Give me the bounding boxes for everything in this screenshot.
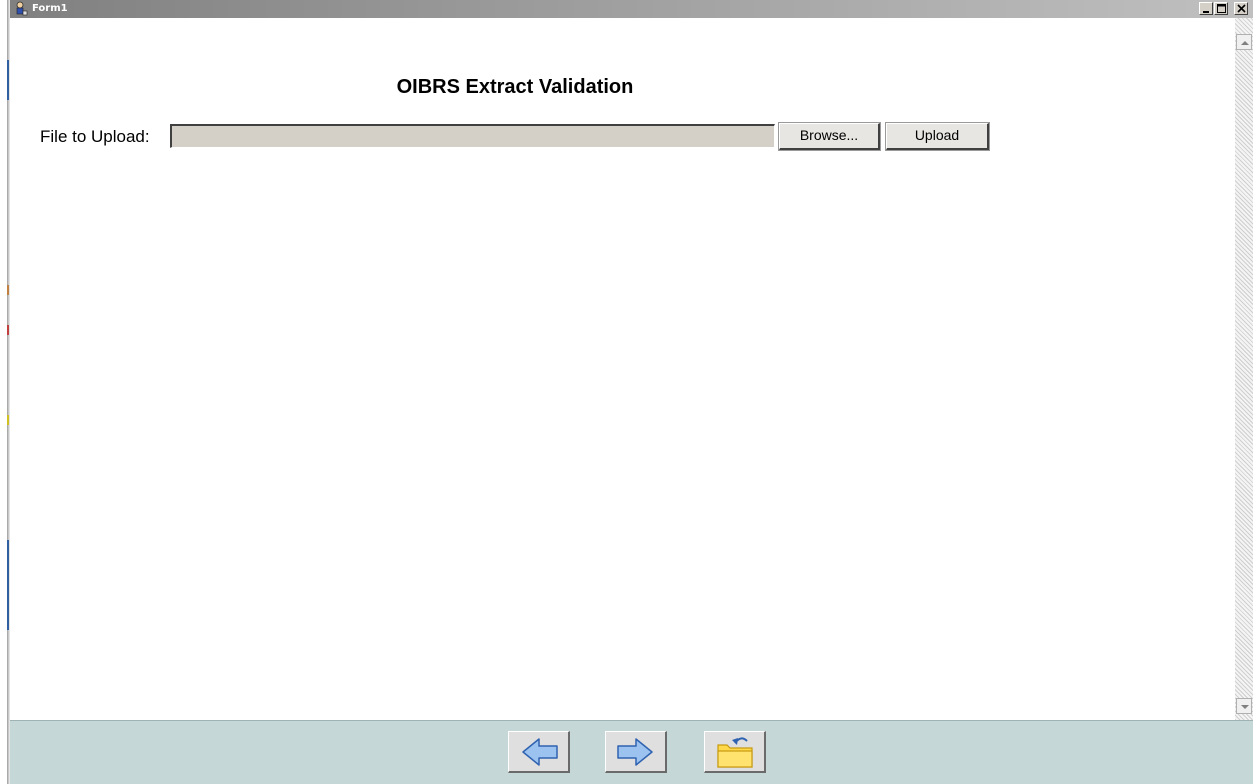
desktop-edge-mark xyxy=(7,325,9,335)
desktop-edge-mark xyxy=(7,60,9,100)
maximize-icon xyxy=(1217,4,1226,13)
vertical-scrollbar[interactable] xyxy=(1235,18,1253,720)
arrow-left-icon xyxy=(522,738,558,766)
desktop-edge-mark xyxy=(7,540,9,630)
scroll-down-button[interactable] xyxy=(1236,698,1252,714)
browse-button[interactable]: Browse... xyxy=(778,122,881,151)
open-folder-button[interactable] xyxy=(704,731,766,773)
maximize-button[interactable] xyxy=(1214,2,1228,15)
arrow-right-icon xyxy=(617,738,653,766)
desktop-edge-mark xyxy=(7,415,9,425)
minimize-button[interactable] xyxy=(1199,2,1213,15)
desktop-edge-mark xyxy=(7,285,9,295)
minimize-icon xyxy=(1203,11,1209,13)
close-button[interactable] xyxy=(1234,2,1248,15)
page-title: OIBRS Extract Validation xyxy=(396,76,634,98)
file-path-field[interactable] xyxy=(170,124,775,148)
window-title: Form1 xyxy=(32,3,68,14)
scroll-up-button[interactable] xyxy=(1236,34,1252,50)
desktop-edge xyxy=(0,0,10,784)
close-icon xyxy=(1237,4,1246,13)
form-window: Form1 OIBRS Extract Validation File to U… xyxy=(10,0,1253,784)
title-bar[interactable]: Form1 xyxy=(10,0,1253,18)
app-icon xyxy=(13,1,29,17)
file-upload-label: File to Upload: xyxy=(40,127,150,146)
forward-button[interactable] xyxy=(605,731,667,773)
back-button[interactable] xyxy=(508,731,570,773)
upload-button[interactable]: Upload xyxy=(885,122,990,151)
scroll-down-icon xyxy=(1241,705,1249,709)
folder-return-icon xyxy=(717,737,753,768)
form-content: OIBRS Extract Validation File to Upload:… xyxy=(10,18,1235,720)
navigation-toolbar xyxy=(10,720,1253,784)
scroll-up-icon xyxy=(1241,41,1249,45)
